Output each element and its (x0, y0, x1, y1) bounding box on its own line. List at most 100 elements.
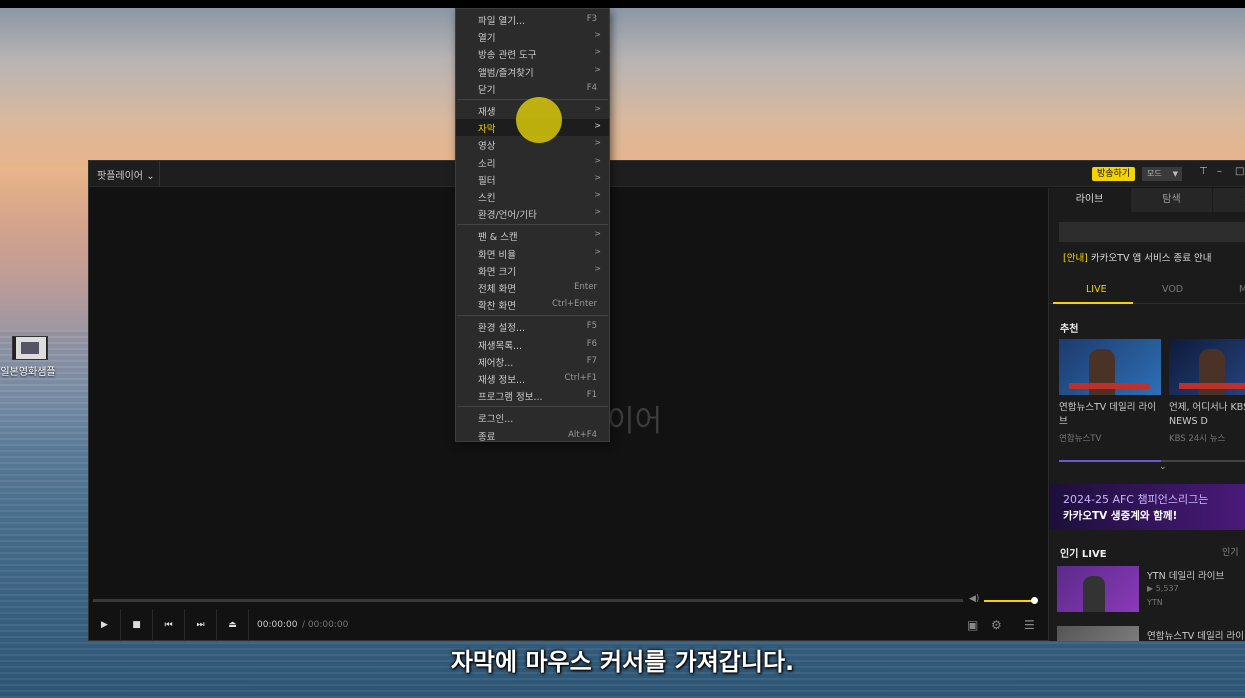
title-bar: 팟플레이어 ⌄ 방송하기 모드 ▼ ⊤ – □ (89, 161, 1245, 187)
popular-title: 연합뉴스TV 데일리 라이 (1147, 631, 1245, 641)
menu-item-label: 소리 (478, 158, 496, 170)
menu-item[interactable]: 환경/언어/기타 > (456, 205, 609, 222)
popular-heading: 인기 LIVE (1060, 549, 1107, 560)
previous-button[interactable]: ⏮ (153, 609, 185, 641)
menu-item[interactable]: 화면 크기 > (456, 262, 609, 279)
submenu-arrow-icon: > (594, 138, 601, 148)
menu-item[interactable]: 팬 & 스캔 > (456, 227, 609, 244)
menu-item-label: 열기 (478, 33, 496, 45)
menu-item-label: 종료 (478, 431, 496, 443)
menu-item-shortcut: F5 (586, 321, 597, 332)
maximize-icon[interactable]: □ (1235, 166, 1244, 177)
menu-item[interactable]: 프로그램 정보... F1 (456, 387, 609, 404)
viewer-count: ▶ 5,537 (1147, 584, 1179, 593)
next-icon: ⏭ (196, 620, 205, 630)
subtab-more[interactable]: M (1239, 284, 1245, 295)
menu-item[interactable]: 닫기 F4 (456, 80, 609, 97)
menu-item-label: 재생목록... (478, 340, 523, 352)
desktop-file-label: 일본영화샘플 (0, 367, 56, 378)
menu-item[interactable]: 재생 정보... Ctrl+F1 (456, 370, 609, 387)
menu-item[interactable]: 로그인... (456, 409, 609, 426)
recommend-card[interactable]: 연합뉴스TV 데일리 라이브 연합뉴스TV (1059, 339, 1163, 444)
chevron-down-icon: ⌄ (146, 171, 155, 182)
menu-item[interactable]: 소리 > (456, 154, 609, 171)
playlist-toggle-icon[interactable]: ▣ (967, 618, 978, 632)
popular-item[interactable]: 연합뉴스TV 데일리 라이 (1057, 626, 1245, 641)
next-button[interactable]: ⏭ (185, 609, 217, 641)
pin-icon[interactable]: ⊤ (1199, 166, 1208, 177)
menu-item[interactable]: 필터 > (456, 171, 609, 188)
subtab-live[interactable]: LIVE (1086, 284, 1107, 295)
submenu-arrow-icon: > (594, 207, 601, 217)
gear-icon[interactable]: ⚙ (991, 618, 1002, 632)
tab-live[interactable]: 라이브 (1049, 188, 1131, 212)
search-input[interactable] (1059, 222, 1245, 242)
popular-item[interactable]: YTN 데일리 라이브 ▶ 5,537 YTN (1057, 566, 1245, 614)
banner-line1: 2024-25 AFC 챔피언스리그는 (1063, 493, 1209, 506)
menu-item[interactable]: 전체 화면 Enter (456, 279, 609, 296)
context-menu: 파일 열기... F3 열기 > 방송 관련 도구 > 앨범/즐겨찾기 > 닫기 F4 재생 > 자막 >… (455, 8, 610, 444)
menu-item-label: 프로그램 정보... (478, 392, 543, 404)
menu-item[interactable]: 앨범/즐겨찾기 > (456, 63, 609, 80)
volume-knob[interactable] (1031, 597, 1038, 604)
current-time: 00:00:00 (257, 620, 298, 630)
eject-button[interactable]: ⏏ (217, 609, 249, 641)
menu-item[interactable]: 스킨 > (456, 188, 609, 205)
menu-item[interactable]: 파일 열기... F3 (456, 11, 609, 28)
popular-more-link[interactable]: 인기 (1222, 545, 1239, 558)
app-menu-button[interactable]: 팟플레이어 ⌄ (97, 167, 155, 182)
volume-icon[interactable]: ◀) (969, 594, 979, 604)
menu-separator (457, 406, 608, 408)
seek-bar[interactable] (93, 599, 963, 602)
menu-item-label: 영상 (478, 141, 496, 153)
desktop-file-icon[interactable]: 일본영화샘플 (0, 336, 60, 378)
menu-item-shortcut: Enter (574, 282, 597, 292)
chevron-down-icon[interactable]: ⌄ (1159, 462, 1167, 472)
stop-icon: ■ (132, 620, 141, 630)
logo-watermark: 이어 (607, 404, 663, 439)
card-channel: 연합뉴스TV (1059, 434, 1102, 444)
menu-item-label: 스킨 (478, 193, 496, 204)
previous-icon: ⏮ (164, 620, 173, 630)
play-button[interactable]: ▶ (89, 609, 121, 641)
submenu-arrow-icon: > (594, 172, 601, 182)
video-thumbnail (1059, 339, 1161, 395)
menu-item[interactable]: 확찬 화면 Ctrl+Enter (456, 296, 609, 313)
video-thumbnail (1057, 626, 1139, 641)
subtab-vod[interactable]: VOD (1162, 284, 1183, 295)
tab-explore[interactable]: 탐색 (1131, 188, 1213, 212)
menu-item[interactable]: 환경 설정... F5 (456, 318, 609, 335)
menu-separator (457, 224, 608, 226)
stop-button[interactable]: ■ (121, 609, 153, 641)
menu-item-label: 닫기 (478, 84, 496, 96)
menu-item-label: 환경/언어/기타 (478, 210, 537, 222)
recommend-card[interactable]: 언제, 어디서나 KBS NEWS D KBS 24시 뉴스 (1169, 339, 1245, 444)
menu-item-label: 재생 (478, 107, 496, 118)
menu-item[interactable]: 열기 > (456, 28, 609, 45)
play-icon: ▶ (101, 620, 108, 630)
menu-item-label: 제어창... (478, 357, 514, 369)
menu-item[interactable]: 화면 비율 > (456, 245, 609, 262)
menu-item[interactable]: 방송 관련 도구 > (456, 45, 609, 62)
submenu-arrow-icon: > (594, 229, 601, 239)
mode-select-label: 모드 (1147, 169, 1162, 178)
broadcast-button[interactable]: 방송하기 (1092, 167, 1136, 181)
submenu-arrow-icon: > (594, 30, 601, 40)
menu-icon[interactable]: ☰ (1024, 618, 1035, 632)
menu-item[interactable]: 제어창... F7 (456, 353, 609, 370)
menu-item-shortcut: Alt+F4 (568, 429, 597, 440)
mode-select[interactable]: 모드 ▼ (1142, 167, 1182, 181)
menu-item-label: 확찬 화면 (478, 301, 516, 313)
tab-replay[interactable]: 재생 (1213, 188, 1245, 212)
promo-banner[interactable]: 2024-25 AFC 챔피언스리그는 카카오TV 생중계와 함께! (1049, 484, 1245, 530)
menu-item-shortcut: F4 (586, 82, 597, 93)
menu-item-label: 파일 열기... (478, 16, 526, 27)
menu-item[interactable]: 재생목록... F6 (456, 336, 609, 353)
dropdown-arrow-icon: ▼ (1172, 170, 1178, 178)
notice-link[interactable]: [안내] 카카오TV 앱 서비스 종료 안내 (1063, 250, 1211, 264)
volume-slider[interactable] (984, 600, 1034, 602)
minimize-icon[interactable]: – (1217, 166, 1222, 177)
menu-item[interactable]: 종료 Alt+F4 (456, 427, 609, 444)
side-panel: 라이브 탐색 재생 [안내] 카카오TV 앱 서비스 종료 안내 LIVE VO… (1048, 188, 1245, 641)
menu-item-label: 전체 화면 (478, 284, 516, 295)
